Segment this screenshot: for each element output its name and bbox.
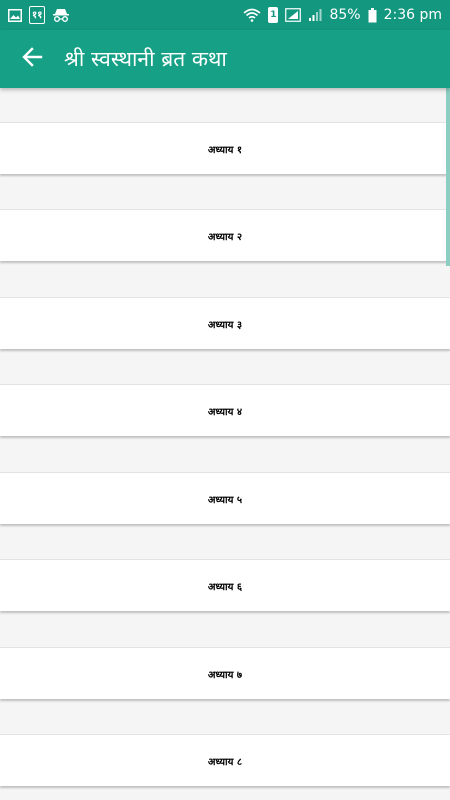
chapter-item-5[interactable]: अध्याय ५ xyxy=(0,472,450,524)
chapter-label: अध्याय ८ xyxy=(207,756,243,768)
cell-signal-icon xyxy=(308,7,322,23)
arrow-left-icon xyxy=(21,46,43,72)
chapter-label: अध्याय २ xyxy=(207,231,243,243)
battery-percent: 85% xyxy=(329,7,361,23)
clock: 2:36 pm xyxy=(383,7,442,23)
notification-badge: ११ xyxy=(29,6,46,24)
wifi-icon xyxy=(243,7,261,23)
chapter-item-4[interactable]: अध्याय ४ xyxy=(0,384,450,436)
chapter-item-2[interactable]: अध्याय २ xyxy=(0,209,450,261)
app-bar: श्री स्वस्थानी ब्रत कथा xyxy=(0,30,450,88)
chapter-list[interactable]: अध्याय १ अध्याय २ अध्याय ३ अध्याय ४ अध्य… xyxy=(0,88,450,800)
scrollbar-thumb[interactable] xyxy=(446,88,450,266)
back-button[interactable] xyxy=(8,35,56,83)
chapter-item-3[interactable]: अध्याय ३ xyxy=(0,297,450,349)
chapter-item-6[interactable]: अध्याय ६ xyxy=(0,559,450,611)
chapter-label: अध्याय ६ xyxy=(207,581,243,593)
battery-icon xyxy=(368,7,377,23)
gallery-icon xyxy=(8,7,22,23)
chapter-label: अध्याय ३ xyxy=(207,319,243,331)
page-title: श्री स्वस्थानी ब्रत कथा xyxy=(64,47,227,71)
status-left: ११ xyxy=(8,6,70,24)
chapter-label: अध्याय ७ xyxy=(207,669,243,681)
chapter-item-1[interactable]: अध्याय १ xyxy=(0,122,450,174)
signal-icon xyxy=(285,7,302,23)
status-right: 1 85% 2:36 pm xyxy=(243,7,442,23)
chapter-item-7[interactable]: अध्याय ७ xyxy=(0,647,450,699)
chapter-label: अध्याय ५ xyxy=(207,494,243,506)
chapter-item-8[interactable]: अध्याय ८ xyxy=(0,734,450,786)
status-bar: ११ 1 85% 2:36 pm xyxy=(0,0,450,30)
chapter-label: अध्याय ४ xyxy=(207,406,243,418)
chapter-label: अध्याय १ xyxy=(207,144,243,156)
incognito-icon xyxy=(52,7,70,23)
sim-slot-badge: 1 xyxy=(268,7,279,23)
